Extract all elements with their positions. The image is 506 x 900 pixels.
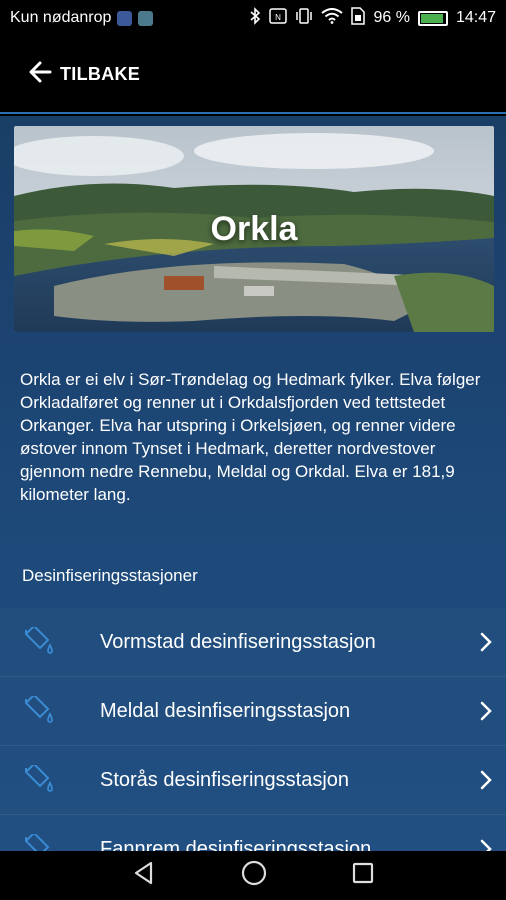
back-label: TILBAKE [60,63,141,84]
wifi-icon [321,7,344,29]
app-bar: TILBAKE [0,36,506,114]
chevron-right-icon [466,631,506,653]
status-icons: N 96 % 14:47 [249,6,496,30]
clock: 14:47 [455,9,496,26]
station-label: Fannrem desinfiseringsstasjon [100,837,372,852]
hero-title: Orkla [210,209,298,248]
river-description: Orkla er ei elv i Sør-Trøndelag og Hedma… [20,370,481,504]
carrier-text: Kun nødanrop [10,9,112,26]
back-button[interactable]: TILBAKE [28,61,140,88]
sim-icon [351,6,366,30]
bluetooth-icon [249,6,261,30]
section-heading: Desinfiseringsstasjoner [22,566,198,585]
paint-bucket-icon [0,627,100,657]
station-label: Storås desinfiseringsstasjon [100,768,350,791]
station-label: Meldal desinfiseringsstasjon [100,699,351,722]
facebook-notification-icon [117,10,133,26]
paint-bucket-icon [0,834,100,851]
arrow-left-icon [28,61,52,88]
chevron-right-icon [466,838,506,851]
gallery-notification-icon [138,10,154,26]
list-item[interactable]: Vormstad desinfiseringsstasjon [0,608,506,677]
recents-nav-icon[interactable] [351,861,375,890]
chevron-right-icon [466,769,506,791]
battery-icon [417,10,448,26]
paint-bucket-icon [0,696,100,726]
back-nav-icon[interactable] [131,860,157,891]
station-list: Vormstad desinfiseringsstasjon Meldal de… [0,608,506,851]
list-item[interactable]: Meldal desinfiseringsstasjon [0,677,506,746]
hero-image: Orkla [14,126,494,332]
navigation-bar [0,851,506,900]
station-label: Vormstad desinfiseringsstasjon [100,630,376,653]
content-area[interactable]: Orkla Orkla er ei elv i Sør-Trøndelag og… [0,116,506,851]
chevron-right-icon [466,700,506,722]
status-bar: Kun nødanrop N 96 % 14:47 [0,0,506,36]
list-item[interactable]: Storås desinfiseringsstasjon [0,746,506,815]
paint-bucket-icon [0,765,100,795]
home-nav-icon[interactable] [240,859,268,892]
carrier-info: Kun nødanrop [10,9,154,27]
nfc-icon: N [269,7,288,29]
svg-text:N: N [276,13,282,22]
battery-percent: 96 % [373,9,410,26]
list-item[interactable]: Fannrem desinfiseringsstasjon [0,815,506,851]
vibrate-icon [295,7,313,29]
